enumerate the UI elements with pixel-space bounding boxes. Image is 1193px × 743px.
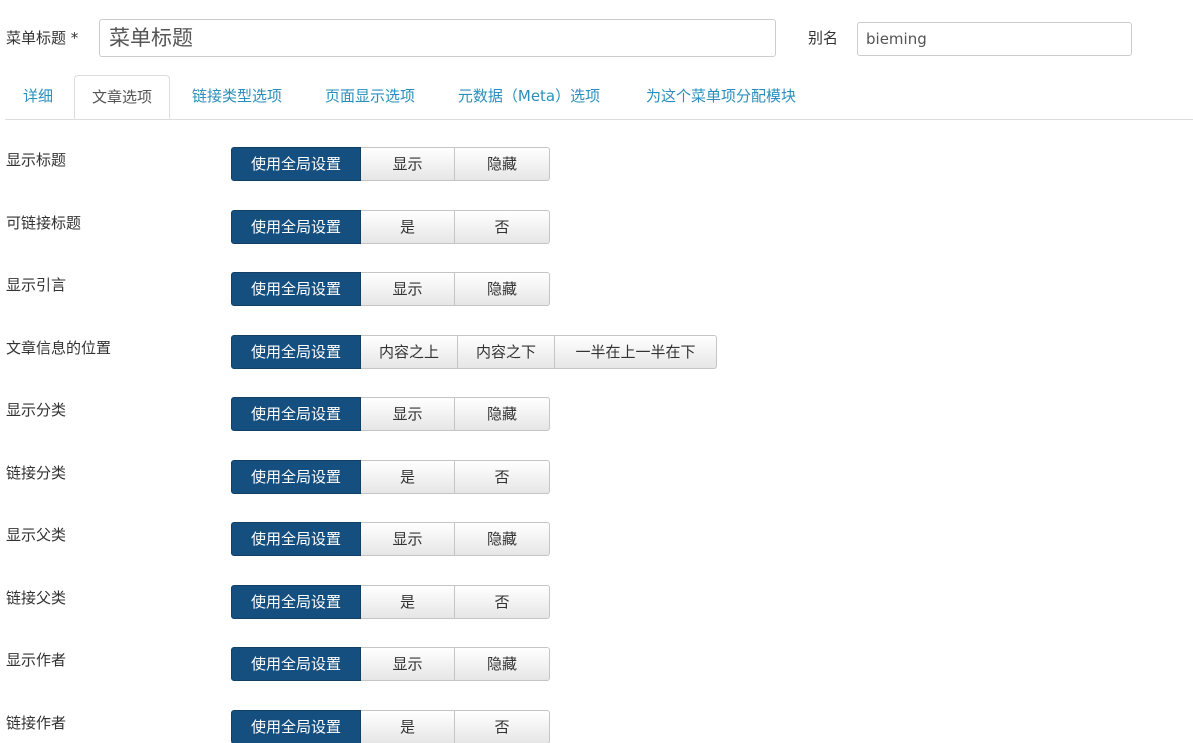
tab-metadata-options[interactable]: 元数据（Meta）选项 [437,75,621,118]
show-parent-hide-button[interactable]: 隐藏 [455,522,550,556]
link-author-no-button[interactable]: 否 [455,710,550,743]
show-author-label: 显示作者 [6,651,67,669]
link-author-yes-button[interactable]: 是 [361,710,455,743]
info-position-below-button[interactable]: 内容之下 [458,335,555,369]
show-title-label: 显示标题 [6,151,67,169]
tab-link-type-options[interactable]: 链接类型选项 [173,75,301,118]
link-author-toggle: 使用全局设置 是 否 [231,710,550,743]
menu-title-input[interactable]: 菜单标题 [99,19,776,57]
show-author-global-button[interactable]: 使用全局设置 [231,647,361,681]
tab-module-assignment[interactable]: 为这个菜单项分配模块 [623,75,819,118]
link-author-global-button[interactable]: 使用全局设置 [231,710,361,743]
show-title-global-button[interactable]: 使用全局设置 [231,147,361,181]
show-intro-show-button[interactable]: 显示 [361,272,455,306]
linked-title-no-button[interactable]: 否 [455,210,550,244]
show-intro-hide-button[interactable]: 隐藏 [455,272,550,306]
show-parent-global-button[interactable]: 使用全局设置 [231,522,361,556]
show-category-global-button[interactable]: 使用全局设置 [231,397,361,431]
linked-title-yes-button[interactable]: 是 [361,210,455,244]
alias-label: 别名 [808,29,839,47]
show-intro-label: 显示引言 [6,276,67,294]
link-parent-yes-button[interactable]: 是 [361,585,455,619]
show-intro-global-button[interactable]: 使用全局设置 [231,272,361,306]
alias-input[interactable]: bieming [857,22,1132,56]
show-parent-toggle: 使用全局设置 显示 隐藏 [231,522,550,556]
link-author-label: 链接作者 [6,714,67,732]
info-position-global-button[interactable]: 使用全局设置 [231,335,361,369]
link-parent-no-button[interactable]: 否 [455,585,550,619]
tab-page-display-options[interactable]: 页面显示选项 [306,75,434,118]
show-author-show-button[interactable]: 显示 [361,647,455,681]
menu-title-label: 菜单标题 * [6,29,79,47]
menu-item-edit-page: 菜单标题 * 菜单标题 别名 bieming 详细 文章选项 链接类型选项 页面… [0,0,1193,743]
show-title-hide-button[interactable]: 隐藏 [455,147,550,181]
show-category-label: 显示分类 [6,401,67,419]
link-category-toggle: 使用全局设置 是 否 [231,460,550,494]
info-position-split-button[interactable]: 一半在上一半在下 [555,335,717,369]
link-parent-label: 链接父类 [6,589,67,607]
link-parent-global-button[interactable]: 使用全局设置 [231,585,361,619]
link-category-no-button[interactable]: 否 [455,460,550,494]
show-title-toggle: 使用全局设置 显示 隐藏 [231,147,550,181]
link-parent-toggle: 使用全局设置 是 否 [231,585,550,619]
options-tab-bar: 详细 文章选项 链接类型选项 页面显示选项 元数据（Meta）选项 为这个菜单项… [5,75,1193,120]
linked-title-label: 可链接标题 [6,214,82,232]
show-intro-toggle: 使用全局设置 显示 隐藏 [231,272,550,306]
show-parent-label: 显示父类 [6,526,67,544]
tab-details[interactable]: 详细 [5,75,71,118]
show-author-toggle: 使用全局设置 显示 隐藏 [231,647,550,681]
show-author-hide-button[interactable]: 隐藏 [455,647,550,681]
link-category-global-button[interactable]: 使用全局设置 [231,460,361,494]
info-position-above-button[interactable]: 内容之上 [361,335,458,369]
link-category-label: 链接分类 [6,464,67,482]
show-category-hide-button[interactable]: 隐藏 [455,397,550,431]
linked-title-toggle: 使用全局设置 是 否 [231,210,550,244]
info-position-label: 文章信息的位置 [6,339,112,357]
link-category-yes-button[interactable]: 是 [361,460,455,494]
show-category-toggle: 使用全局设置 显示 隐藏 [231,397,550,431]
linked-title-global-button[interactable]: 使用全局设置 [231,210,361,244]
tab-article-options[interactable]: 文章选项 [74,75,170,119]
show-category-show-button[interactable]: 显示 [361,397,455,431]
info-position-toggle: 使用全局设置 内容之上 内容之下 一半在上一半在下 [231,335,717,369]
show-parent-show-button[interactable]: 显示 [361,522,455,556]
show-title-show-button[interactable]: 显示 [361,147,455,181]
